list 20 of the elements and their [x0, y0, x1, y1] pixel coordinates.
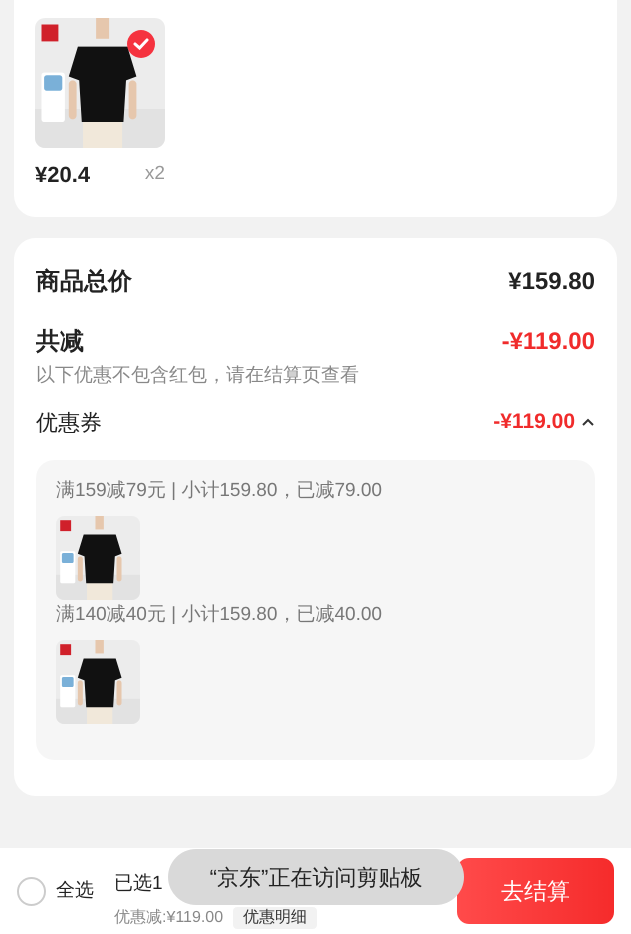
total-label: 商品总价	[36, 267, 132, 297]
discount-label: 共减	[36, 327, 84, 357]
checkbox[interactable]	[17, 876, 46, 906]
toast: “京东”正在访问剪贴板	[168, 849, 464, 905]
check-icon[interactable]	[127, 30, 155, 58]
checkout-button[interactable]: 去结算	[457, 858, 614, 924]
discount-detail-button[interactable]: 优惠明细	[233, 907, 318, 929]
coupon-value: -¥119.00	[493, 409, 575, 436]
coupon-rule: 满140减40元 | 小计159.80，已减40.00	[56, 603, 383, 627]
selected-count: 已选1	[114, 872, 163, 896]
discount-note: 以下优惠不包含红包，请在结算页查看	[36, 364, 360, 388]
discount-value: -¥119.00	[502, 327, 595, 357]
chevron-up-icon[interactable]	[581, 417, 595, 427]
coupon-rule: 满159减79元 | 小计159.80，已减79.00	[56, 479, 383, 503]
discount-amount: 优惠减:¥119.00	[114, 908, 224, 928]
select-all-label[interactable]: 全选	[56, 876, 94, 906]
price: ¥20.4	[35, 161, 90, 189]
quantity: x2	[144, 162, 165, 186]
coupon-label: 优惠券	[36, 408, 102, 436]
total-value: ¥159.80	[508, 267, 595, 297]
